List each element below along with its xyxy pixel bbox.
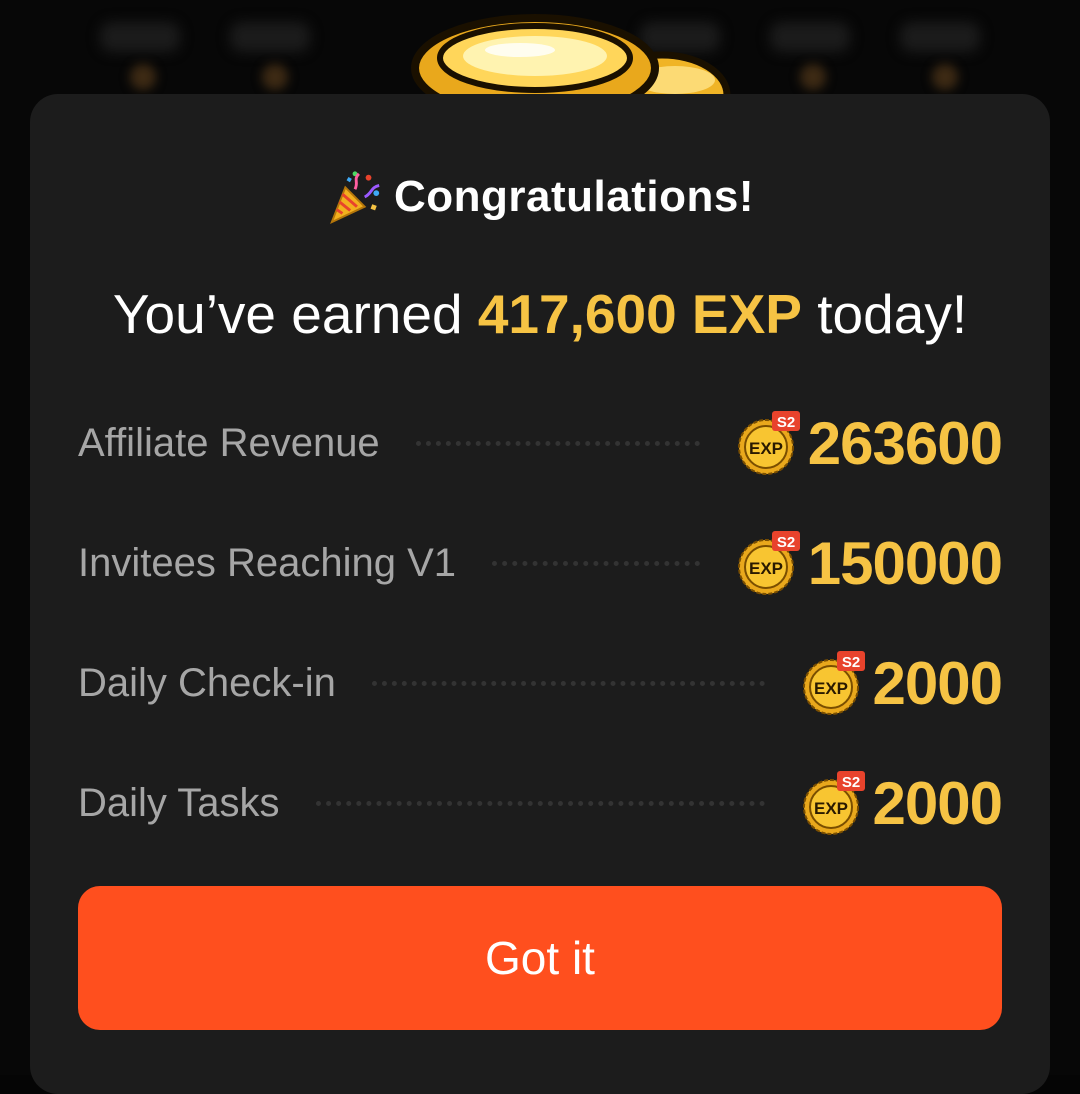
reward-value: 2000 <box>872 649 1003 717</box>
badge-text: EXP <box>749 559 783 578</box>
badge-season: S2 <box>777 414 795 431</box>
exp-coin-icon: EXP S2 <box>802 651 865 715</box>
party-popper-icon <box>330 171 380 225</box>
reward-value: 2000 <box>872 769 1003 837</box>
blurred-background-icon <box>130 64 156 90</box>
reward-row-daily-tasks: Daily Tasks EXP S2 2000 <box>78 768 1003 838</box>
earned-suffix: today! <box>802 283 968 345</box>
reward-row-invitees-reaching-v1: Invitees Reaching V1 EXP S2 150000 <box>78 528 1003 598</box>
exp-coin-icon: EXP S2 <box>737 531 800 595</box>
reward-label: Invitees Reaching V1 <box>78 540 457 585</box>
reward-row-affiliate-revenue: Affiliate Revenue EXP S2 263600 <box>78 408 1003 478</box>
got-it-button[interactable]: Got it <box>78 886 1002 1030</box>
reward-value: 150000 <box>807 529 1003 597</box>
reward-amount: EXP S2 150000 <box>736 529 1003 598</box>
blurred-background-icon <box>262 64 288 90</box>
dotted-leader <box>492 560 700 566</box>
exp-coin-icon: EXP S2 <box>737 411 800 475</box>
blurred-background-label <box>230 22 310 52</box>
badge-text: EXP <box>814 799 848 818</box>
dotted-leader <box>371 680 765 686</box>
reward-label: Daily Check-in <box>78 660 336 705</box>
blurred-background-icon <box>932 64 958 90</box>
blurred-background-label <box>900 22 980 52</box>
earned-summary: You’ve earned 417,600 EXP today! <box>0 282 1080 346</box>
badge-season: S2 <box>841 774 859 791</box>
exp-coin-icon: EXP S2 <box>802 771 865 835</box>
badge-season: S2 <box>777 534 795 551</box>
reward-label: Daily Tasks <box>78 780 280 825</box>
badge-text: EXP <box>814 679 848 698</box>
earned-prefix: You’ve earned <box>112 283 478 345</box>
dotted-leader <box>315 800 765 806</box>
blurred-background-label <box>100 22 180 52</box>
modal-title: Congratulations! <box>394 172 754 221</box>
reward-amount: EXP S2 2000 <box>801 649 1003 718</box>
dotted-leader <box>415 440 700 446</box>
badge-season: S2 <box>841 654 859 671</box>
reward-row-daily-check-in: Daily Check-in EXP S2 2000 <box>78 648 1003 718</box>
reward-amount: EXP S2 263600 <box>736 409 1003 478</box>
reward-value: 263600 <box>807 409 1003 477</box>
reward-label: Affiliate Revenue <box>78 420 380 465</box>
blurred-background-icon <box>800 64 826 90</box>
reward-amount: EXP S2 2000 <box>801 769 1003 838</box>
earned-total: 417,600 EXP <box>477 283 802 345</box>
modal-header: Congratulations! <box>0 168 1080 226</box>
blurred-background-label <box>770 22 850 52</box>
badge-text: EXP <box>749 439 783 458</box>
